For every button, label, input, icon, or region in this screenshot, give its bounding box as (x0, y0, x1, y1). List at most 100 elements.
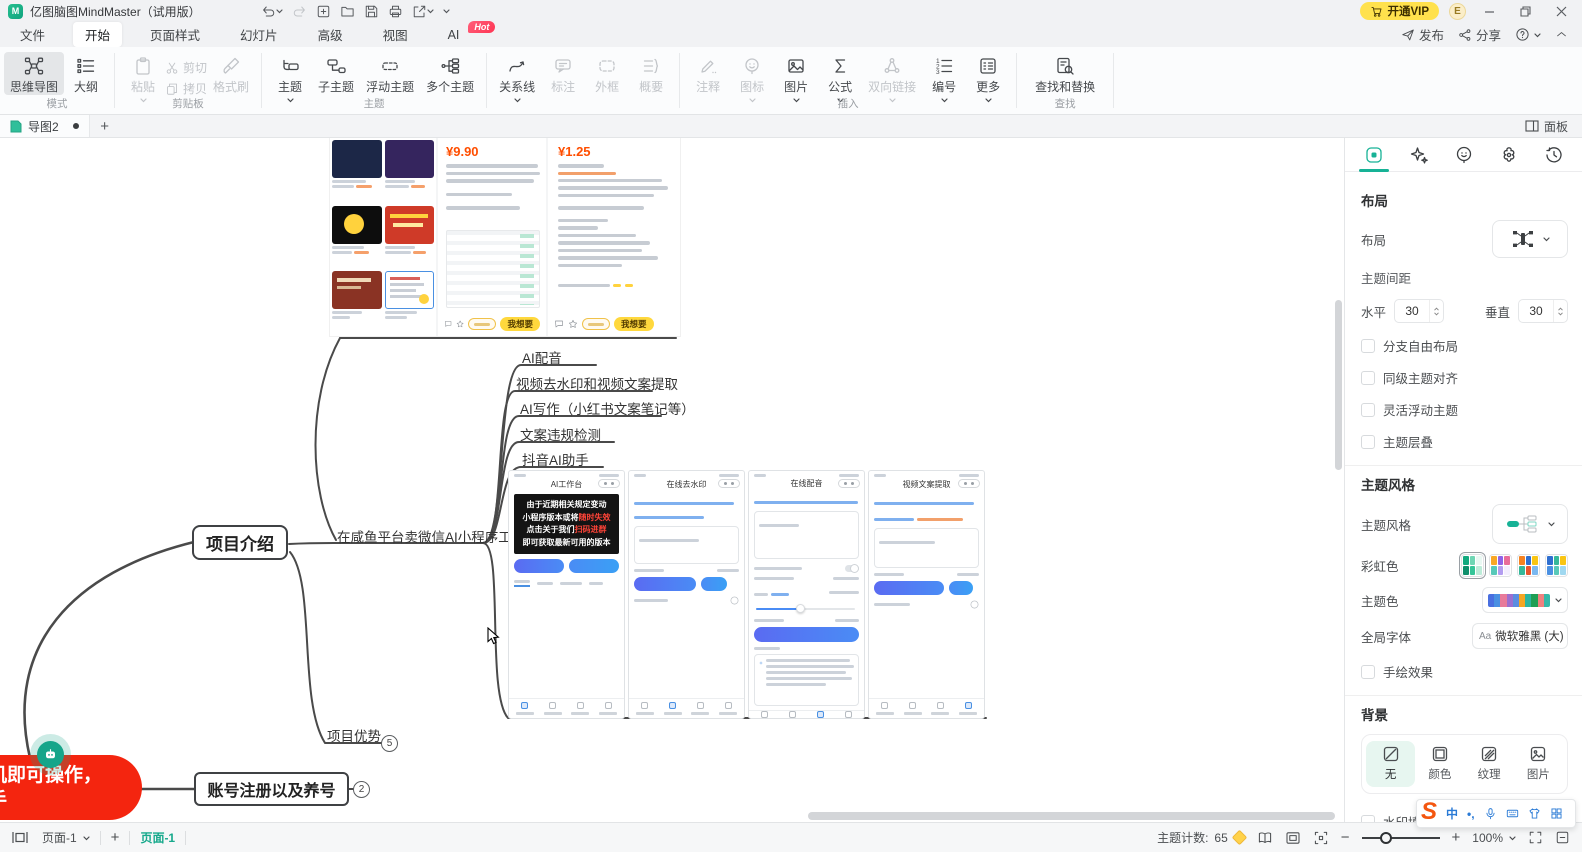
collapsed-count-badge[interactable]: 5 (381, 735, 398, 752)
export-button[interactable] (412, 4, 434, 19)
rainbow-swatch-3[interactable] (1517, 554, 1540, 577)
checkbox-hand-drawn[interactable]: 手绘效果 (1361, 662, 1568, 681)
listing-want-button[interactable]: 我想要 (614, 317, 654, 331)
undo-button[interactable] (261, 4, 283, 19)
fit-page-button[interactable] (1285, 830, 1301, 846)
menu-tab-advanced[interactable]: 高级 (306, 22, 355, 47)
zoom-in-button[interactable]: + (1452, 829, 1461, 846)
menu-tab-slides[interactable]: 幻灯片 (228, 22, 290, 47)
boundary-button[interactable]: 外框 (585, 52, 629, 95)
zoom-level-dropdown[interactable]: 100% (1472, 831, 1516, 845)
zoom-slider[interactable] (1362, 832, 1440, 844)
relationship-button[interactable]: 关系线 (493, 52, 541, 103)
zoom-out-button[interactable]: − (1341, 829, 1350, 846)
new-document-tab-button[interactable]: + (90, 118, 120, 135)
outline-mode-button[interactable]: 大纲 (64, 52, 108, 95)
child-topic[interactable]: 抖音AI助手 (522, 449, 589, 469)
mindmap-canvas[interactable]: ¥9.90 我想要 (0, 138, 1345, 822)
menu-tab-view[interactable]: 视图 (371, 22, 420, 47)
new-file-button[interactable] (316, 4, 331, 19)
tab-layout[interactable] (1357, 138, 1391, 172)
vip-button[interactable]: 开通VIP (1360, 2, 1439, 20)
vertical-spacing-stepper[interactable]: 30 (1518, 299, 1568, 323)
summary-button[interactable]: 概要 (629, 52, 673, 95)
theme-color-dropdown[interactable] (1482, 587, 1568, 613)
menu-tab-ai[interactable]: AI Hot (436, 25, 472, 45)
format-painter-button[interactable]: 格式刷 (207, 52, 255, 95)
sogou-logo-icon[interactable]: S (1421, 800, 1437, 824)
bg-option-texture[interactable]: 纹理 (1465, 741, 1514, 787)
collapsed-count-badge[interactable]: 2 (353, 781, 370, 798)
checkbox-free-branch-layout[interactable]: 分支自由布局 (1361, 336, 1568, 355)
listing-secondary-button[interactable] (468, 318, 496, 330)
copy-button[interactable]: 拷贝 (165, 80, 207, 97)
child-topic[interactable]: 文案违规检测 (520, 424, 601, 444)
callout-button[interactable]: 标注 (541, 52, 585, 95)
collapse-statusbar-button[interactable] (1555, 830, 1570, 845)
help-button[interactable] (1515, 27, 1541, 42)
theme-style-dropdown[interactable] (1492, 504, 1568, 544)
toolbox-grid-icon[interactable] (1550, 807, 1563, 820)
checkbox-topic-overlap[interactable]: 主题层叠 (1361, 432, 1568, 451)
layout-dropdown[interactable] (1492, 220, 1568, 258)
fullscreen-button[interactable] (1528, 830, 1543, 845)
customize-toolbar-button[interactable] (443, 9, 450, 14)
subtopic-button[interactable]: 子主题 (312, 52, 360, 95)
advantage-topic[interactable]: 项目优势 (327, 725, 381, 745)
menu-tab-page-style[interactable]: 页面样式 (138, 22, 212, 47)
rainbow-swatch-4[interactable] (1545, 554, 1568, 577)
add-page-button[interactable]: + (111, 829, 120, 846)
horizontal-spacing-stepper[interactable]: 30 (1394, 299, 1444, 323)
listing-want-button[interactable]: 我想要 (500, 317, 540, 331)
page-layout-button[interactable] (12, 831, 28, 844)
minimize-button[interactable] (1476, 2, 1502, 20)
collapse-ribbon-button[interactable] (1555, 28, 1568, 41)
comment-button[interactable]: 注释 (686, 52, 730, 95)
bg-option-color[interactable]: 颜色 (1415, 741, 1464, 787)
skin-icon[interactable] (1528, 807, 1541, 820)
reading-view-button[interactable] (1257, 830, 1273, 846)
tab-history[interactable] (1537, 138, 1571, 172)
close-button[interactable] (1548, 2, 1574, 20)
document-tab[interactable]: 导图2 (0, 115, 90, 137)
bg-option-none[interactable]: 无 (1366, 741, 1415, 787)
rainbow-swatch-1[interactable] (1461, 554, 1484, 577)
child-topic[interactable]: AI写作（小红书文案笔记等） (520, 398, 695, 418)
cut-button[interactable]: 剪切 (165, 59, 207, 76)
redo-button[interactable] (292, 4, 307, 19)
keyboard-icon[interactable] (1506, 807, 1519, 820)
panel-toggle-button[interactable]: 面板 (1525, 118, 1582, 135)
find-replace-button[interactable]: 查找和替换 (1023, 52, 1107, 95)
checkbox-flexible-floating[interactable]: 灵活浮动主题 (1361, 400, 1568, 419)
menu-tab-file[interactable]: 文件 (8, 22, 57, 47)
print-button[interactable] (388, 4, 403, 19)
menu-tab-home[interactable]: 开始 (73, 22, 122, 47)
mindmap-mode-button[interactable]: 思维导图 (4, 52, 64, 95)
page-tab-active[interactable]: 页面-1 (140, 829, 175, 846)
canvas-horizontal-scrollbar[interactable] (808, 812, 1335, 820)
microphone-icon[interactable] (1484, 807, 1497, 820)
floating-topic-button[interactable]: 浮动主题 (360, 52, 420, 95)
ai-robot-icon[interactable] (37, 741, 64, 768)
root-topic-node[interactable]: 机即可操作， 手 (0, 755, 142, 820)
canvas-vertical-scrollbar[interactable] (1335, 300, 1342, 470)
bg-option-image[interactable]: 图片 (1514, 741, 1563, 787)
ime-chinese-mode[interactable]: 中 (1446, 805, 1458, 822)
child-topic[interactable]: 视频去水印和视频文案提取 (516, 373, 678, 393)
topic-node-account[interactable]: 账号注册以及养号 (194, 772, 349, 806)
branch-label[interactable]: 在咸鱼平台卖微信AI小程序工具 (337, 526, 525, 546)
fit-selection-button[interactable] (1313, 830, 1329, 846)
share-button[interactable]: 分享 (1458, 25, 1501, 44)
save-button[interactable] (364, 4, 379, 19)
user-avatar[interactable]: E (1449, 3, 1466, 20)
open-file-button[interactable] (340, 4, 355, 19)
multiple-topics-button[interactable]: 多个主题 (420, 52, 480, 95)
tab-ai-style[interactable] (1402, 138, 1436, 172)
topic-node-intro[interactable]: 项目介绍 (192, 525, 288, 560)
maximize-button[interactable] (1512, 2, 1538, 20)
rainbow-swatch-2[interactable] (1489, 554, 1512, 577)
child-topic[interactable]: AI配音 (522, 347, 562, 367)
publish-button[interactable]: 发布 (1401, 25, 1444, 44)
ime-punctuation[interactable]: •, (1467, 807, 1475, 821)
global-font-dropdown[interactable]: Aa 微软雅黑 (大) (1472, 623, 1568, 649)
